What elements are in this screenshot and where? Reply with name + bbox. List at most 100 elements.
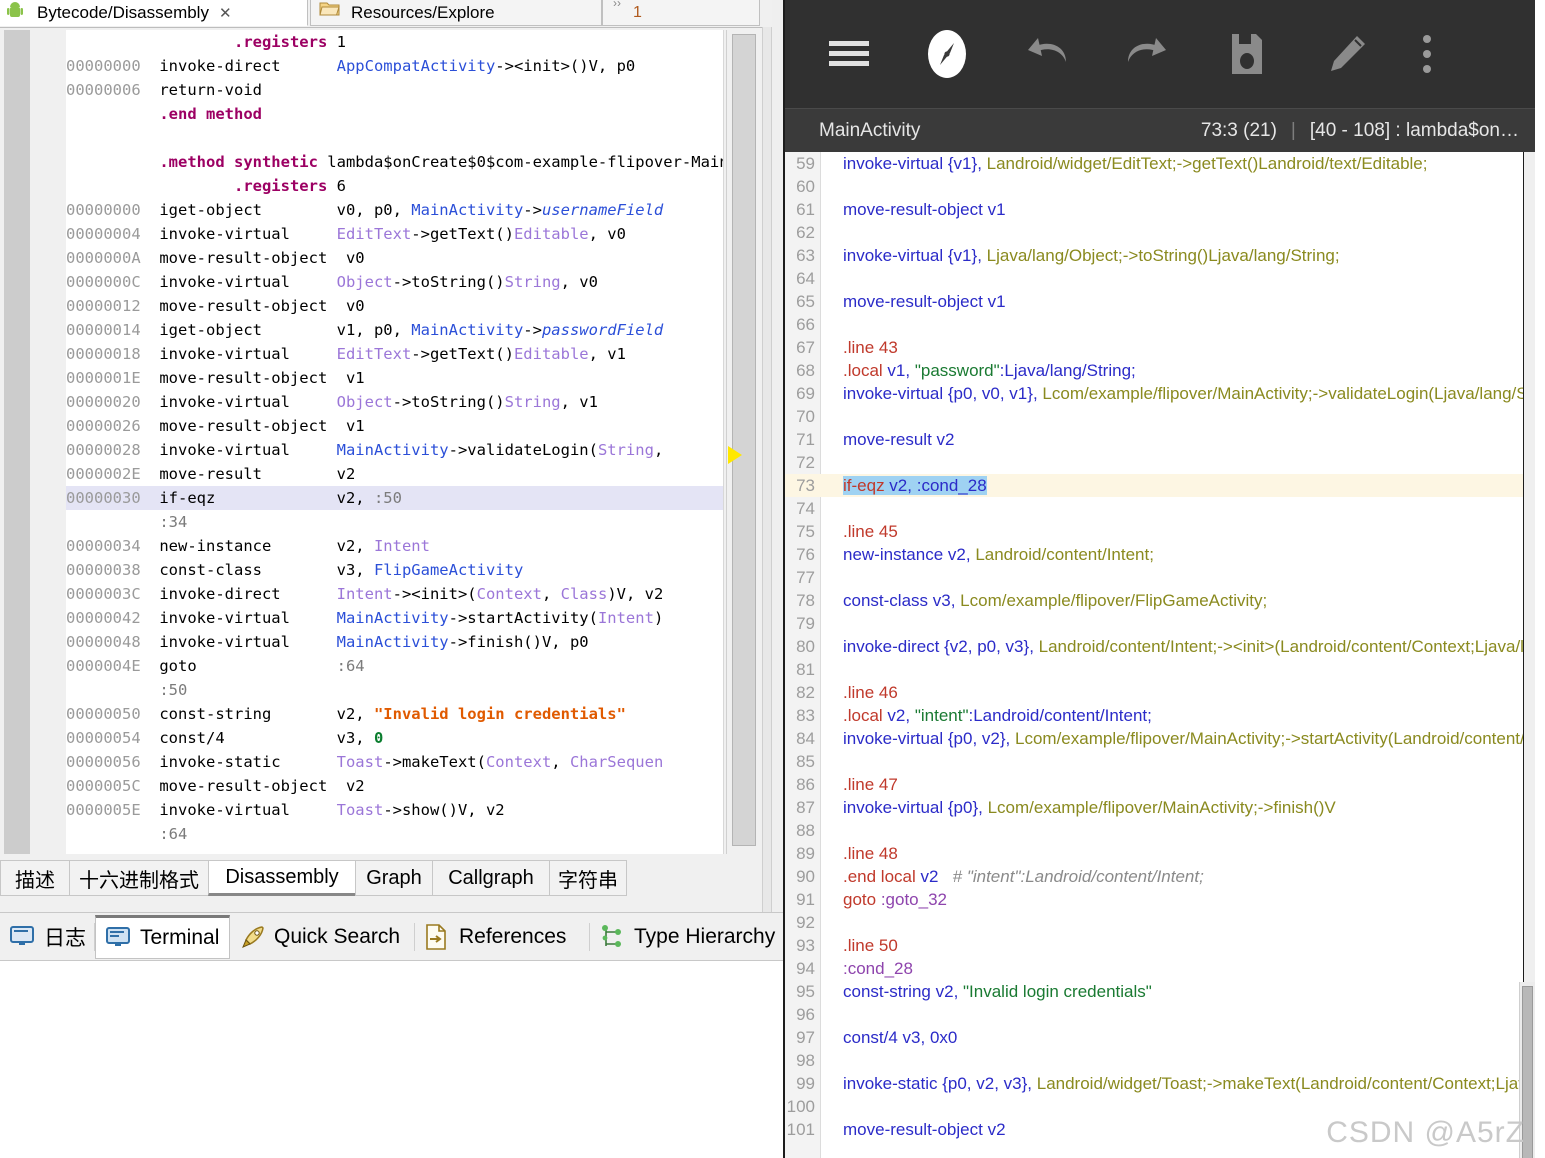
smali-line[interactable]: 62: [785, 221, 1535, 244]
smali-line[interactable]: 81: [785, 658, 1535, 681]
disassembly-line[interactable]: .registers 6: [66, 174, 723, 198]
disassembly-line[interactable]: 00000028 invoke-virtual MainActivity->va…: [66, 438, 723, 462]
disassembly-line[interactable]: [66, 126, 723, 150]
smali-line[interactable]: 92: [785, 911, 1535, 934]
smali-line[interactable]: 78 const-class v3, Lcom/example/flipover/…: [785, 589, 1535, 612]
disassembly-line[interactable]: 00000020 invoke-virtual Object->toString…: [66, 390, 723, 414]
undo-icon[interactable]: [997, 34, 1097, 74]
smali-line[interactable]: 64: [785, 267, 1535, 290]
close-icon[interactable]: ✕: [219, 4, 232, 22]
view-tab-2[interactable]: 十六进制格式: [69, 860, 209, 896]
view-tab-1[interactable]: 描述: [0, 860, 70, 896]
disassembly-code-area[interactable]: .registers 1 00000000 invoke-direct AppCo…: [66, 30, 724, 854]
tool-tab-日志[interactable]: 日志: [0, 915, 95, 959]
disassembly-line[interactable]: :34: [66, 510, 723, 534]
smali-line[interactable]: 98: [785, 1049, 1535, 1072]
smali-line[interactable]: 100: [785, 1095, 1535, 1118]
disassembly-line[interactable]: 00000014 iget-object v1, p0, MainActivit…: [66, 318, 723, 342]
smali-line[interactable]: 60: [785, 175, 1535, 198]
view-tab-3[interactable]: Disassembly: [208, 860, 356, 896]
disassembly-line[interactable]: .registers 1: [66, 30, 723, 54]
smali-line[interactable]: 69 invoke-virtual {p0, v0, v1}, Lcom/exam…: [785, 382, 1535, 405]
smali-line[interactable]: 61 move-result-object v1: [785, 198, 1535, 221]
tool-tab-type-hierarchy[interactable]: Type Hierarchy: [590, 915, 800, 959]
disassembly-line[interactable]: 00000054 const/4 v3, 0: [66, 726, 723, 750]
disassembly-line[interactable]: :50: [66, 678, 723, 702]
disassembly-line[interactable]: 00000030 if-eqz v2, :50: [66, 486, 723, 510]
smali-line[interactable]: 97 const/4 v3, 0x0: [785, 1026, 1535, 1049]
view-tab-4[interactable]: Graph: [355, 860, 433, 896]
disassembly-line[interactable]: 0000005C move-result-object v2: [66, 774, 723, 798]
smali-line[interactable]: 72: [785, 451, 1535, 474]
smali-line[interactable]: 87 invoke-virtual {p0}, Lcom/example/flip…: [785, 796, 1535, 819]
redo-icon[interactable]: [1097, 34, 1197, 74]
smali-line[interactable]: 71 move-result v2: [785, 428, 1535, 451]
smali-line[interactable]: 63 invoke-virtual {v1}, Ljava/lang/Object…: [785, 244, 1535, 267]
smali-line[interactable]: 70: [785, 405, 1535, 428]
smali-line[interactable]: 84 invoke-virtual {p0, v2}, Lcom/example/…: [785, 727, 1535, 750]
disassembly-line[interactable]: 00000048 invoke-virtual MainActivity->fi…: [66, 630, 723, 654]
tool-tab-terminal[interactable]: Terminal: [95, 915, 230, 959]
smali-line[interactable]: 94:cond_28: [785, 957, 1535, 980]
disassembly-line[interactable]: 00000012 move-result-object v0: [66, 294, 723, 318]
view-tab-6[interactable]: 字符串: [549, 860, 627, 896]
disassembly-line[interactable]: 00000000 invoke-direct AppCompatActivity…: [66, 54, 723, 78]
disassembly-line[interactable]: 00000004 invoke-virtual EditText->getTex…: [66, 222, 723, 246]
smali-line[interactable]: 96: [785, 1003, 1535, 1026]
smali-line[interactable]: 75 .line 45: [785, 520, 1535, 543]
smali-code-area[interactable]: 59 invoke-virtual {v1}, Landroid/widget/E…: [785, 152, 1535, 1158]
disassembly-line[interactable]: 0000002E move-result v2: [66, 462, 723, 486]
disassembly-line[interactable]: 00000050 const-string v2, "Invalid login…: [66, 702, 723, 726]
smali-line[interactable]: 74: [785, 497, 1535, 520]
view-tab-5[interactable]: Callgraph: [432, 860, 550, 896]
smali-line[interactable]: 59 invoke-virtual {v1}, Landroid/widget/E…: [785, 152, 1535, 175]
disassembly-line[interactable]: 0000001E move-result-object v1: [66, 366, 723, 390]
smali-line[interactable]: 99 invoke-static {p0, v2, v3}, Landroid/w…: [785, 1072, 1535, 1095]
disassembly-line[interactable]: .end method: [66, 102, 723, 126]
editor-scrollbar-thumb[interactable]: [732, 34, 756, 846]
smali-line[interactable]: 68 .local v1, "password":Ljava/lang/Strin…: [785, 359, 1535, 382]
disassembly-line[interactable]: 00000026 move-result-object v1: [66, 414, 723, 438]
overflow-menu-icon[interactable]: [1397, 32, 1457, 76]
editor-tab-extra[interactable]: ›› 1: [602, 0, 760, 26]
smali-line[interactable]: 83 .local v2, "intent":Landroid/content/I…: [785, 704, 1535, 727]
smali-line[interactable]: 65 move-result-object v1: [785, 290, 1535, 313]
disassembly-line[interactable]: 00000018 invoke-virtual EditText->getTex…: [66, 342, 723, 366]
disassembly-line[interactable]: 00000006 return-void: [66, 78, 723, 102]
smali-line[interactable]: 66: [785, 313, 1535, 336]
smali-line[interactable]: 91 goto :goto_32: [785, 888, 1535, 911]
smali-line[interactable]: 77: [785, 566, 1535, 589]
smali-line[interactable]: 95 const-string v2, "Invalid login creden…: [785, 980, 1535, 1003]
smali-line[interactable]: 86 .line 47: [785, 773, 1535, 796]
smali-line[interactable]: 88: [785, 819, 1535, 842]
smali-line[interactable]: 101 move-result-object v2: [785, 1118, 1535, 1141]
editor-tab-resources-explore[interactable]: Resources/Explore: [310, 0, 602, 26]
disassembly-line[interactable]: 00000038 const-class v3, FlipGameActivit…: [66, 558, 723, 582]
save-icon[interactable]: [1197, 32, 1297, 76]
smali-scrollbar-thumb[interactable]: [1522, 986, 1533, 1158]
disassembly-line[interactable]: .method synthetic lambda$onCreate$0$com-…: [66, 150, 723, 174]
disassembly-line[interactable]: 0000004E goto :64: [66, 654, 723, 678]
editor-vertical-scrollbar[interactable]: [726, 30, 760, 854]
disassembly-line[interactable]: 0000000A move-result-object v0: [66, 246, 723, 270]
smali-line[interactable]: 76 new-instance v2, Landroid/content/Inte…: [785, 543, 1535, 566]
disassembly-line[interactable]: 0000000C invoke-virtual Object->toString…: [66, 270, 723, 294]
menu-icon[interactable]: [801, 37, 897, 71]
editor-tab-bytecode-disassembly[interactable]: Bytecode/Disassembly ✕: [0, 0, 308, 26]
tool-tab-references[interactable]: References: [415, 915, 590, 959]
disassembly-line[interactable]: 00000056 invoke-static Toast->makeText(C…: [66, 750, 723, 774]
smali-vertical-scrollbar[interactable]: [1519, 982, 1535, 1158]
smali-line[interactable]: 79: [785, 612, 1535, 635]
smali-line[interactable]: 85: [785, 750, 1535, 773]
edit-icon[interactable]: [1297, 32, 1397, 76]
disassembly-line[interactable]: 00000000 iget-object v0, p0, MainActivit…: [66, 198, 723, 222]
smali-line[interactable]: 82 .line 46: [785, 681, 1535, 704]
disassembly-line[interactable]: :64: [66, 822, 723, 846]
smali-line[interactable]: 93 .line 50: [785, 934, 1535, 957]
disassembly-line[interactable]: 0000005E invoke-virtual Toast->show()V, …: [66, 798, 723, 822]
editor-annotation-bar[interactable]: [4, 30, 30, 854]
smali-line[interactable]: 67 .line 43: [785, 336, 1535, 359]
smali-line[interactable]: 90 .end local v2 # "intent":Landroid/cont…: [785, 865, 1535, 888]
smali-line[interactable]: 89 .line 48: [785, 842, 1535, 865]
disassembly-line[interactable]: 00000042 invoke-virtual MainActivity->st…: [66, 606, 723, 630]
